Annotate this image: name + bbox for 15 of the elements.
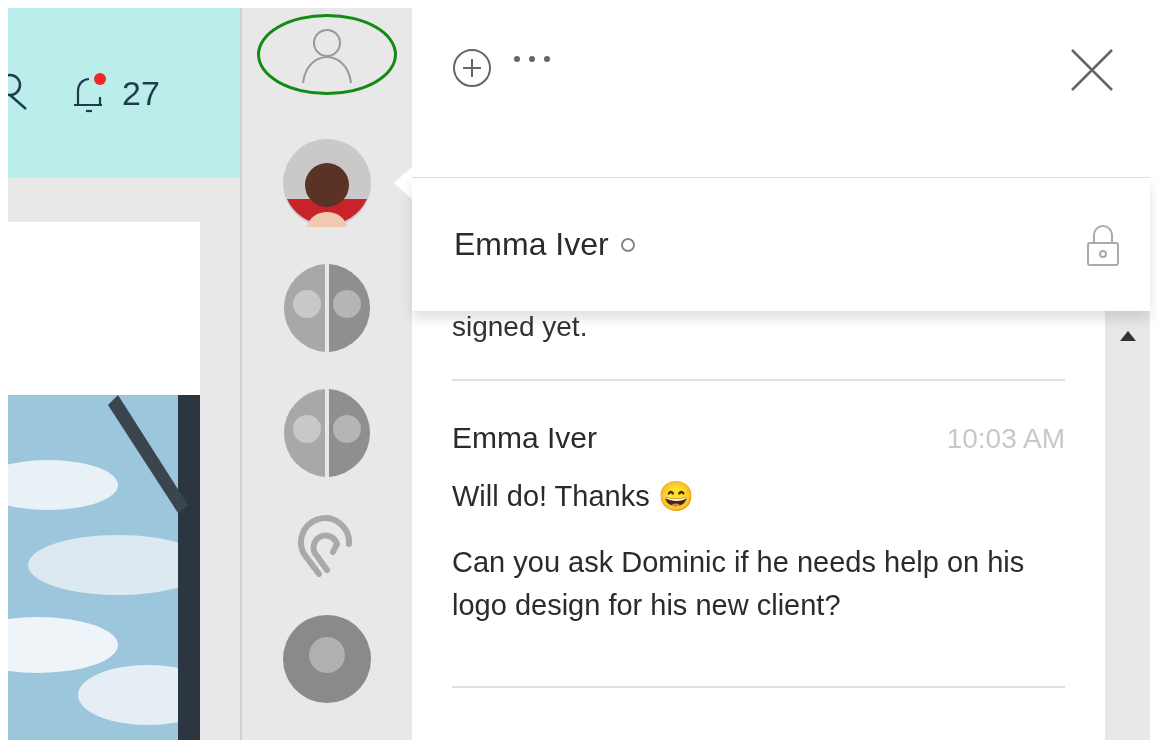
scrollbar[interactable]: [1105, 311, 1150, 740]
group-avatar[interactable]: [283, 264, 371, 352]
scroll-up-icon[interactable]: [1119, 331, 1136, 341]
notification-count: 27: [122, 73, 160, 113]
message-text: Can you ask Dominic if he needs help on his logo design for his new client?: [452, 544, 1026, 623]
profile-avatar[interactable]: [257, 14, 397, 95]
message-text: signed yet.: [452, 311, 1065, 381]
message-author: Emma Iver: [452, 421, 598, 455]
group-avatar[interactable]: [283, 389, 371, 477]
contact-name: Emma Iver: [454, 226, 609, 263]
message-text: Will do! Thanks 😄: [452, 479, 695, 514]
close-button[interactable]: [1070, 48, 1114, 92]
more-button[interactable]: [512, 54, 552, 64]
add-button[interactable]: [452, 48, 492, 88]
avatar[interactable]: [283, 139, 371, 227]
